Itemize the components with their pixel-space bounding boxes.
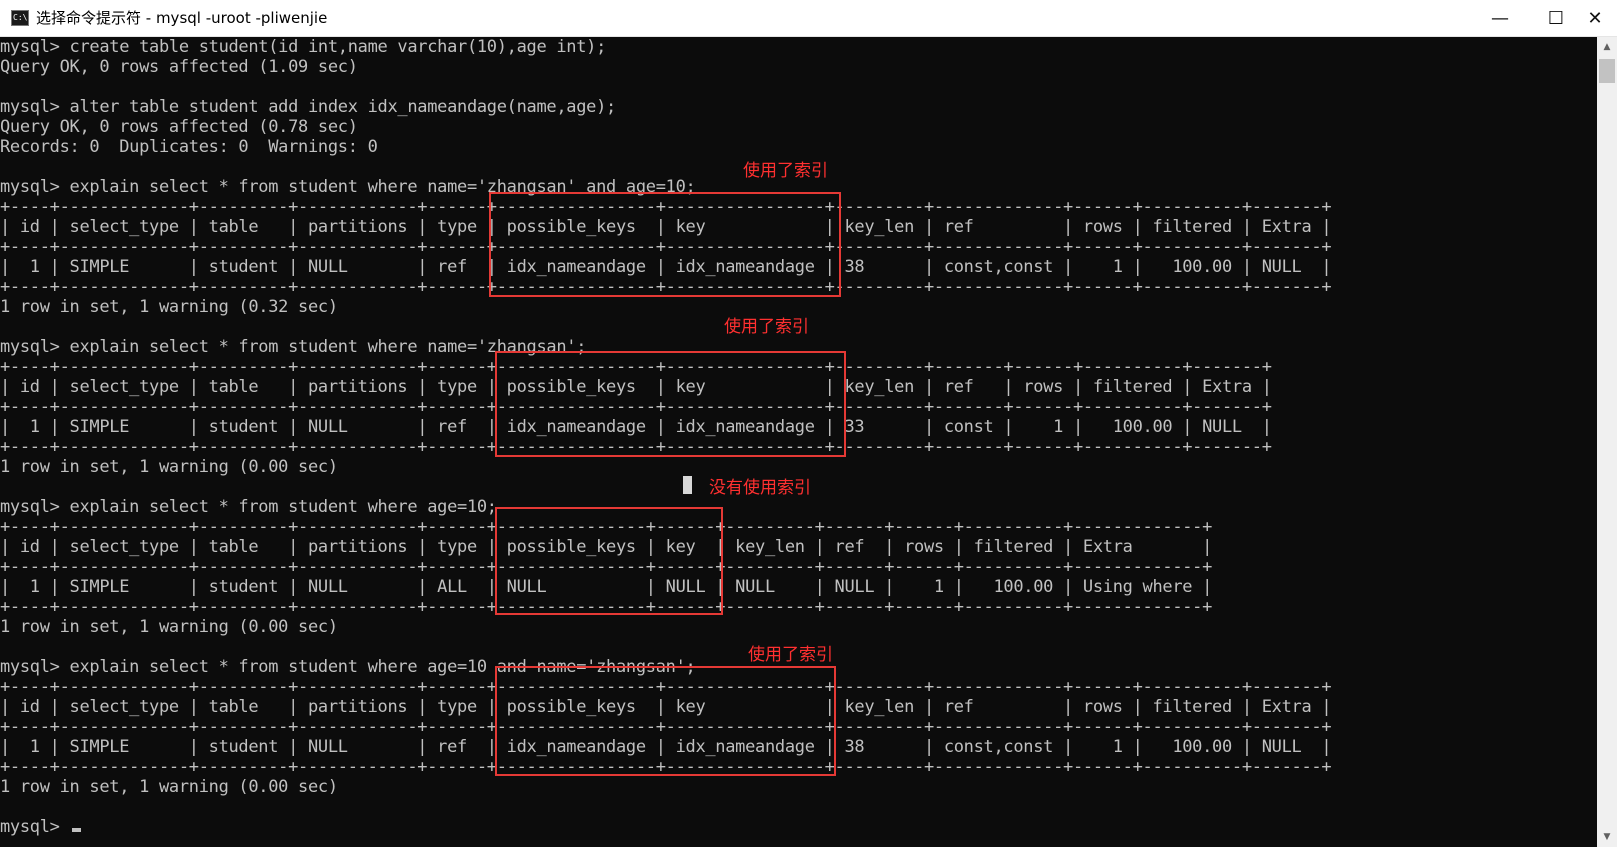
annotation-query1: 使用了索引 xyxy=(743,161,828,181)
console-line: 1 row in set, 1 warning (0.00 sec) xyxy=(0,457,338,477)
console-line: 1 row in set, 1 warning (0.00 sec) xyxy=(0,777,338,797)
highlight-box-query3 xyxy=(495,507,723,615)
console-line: mysql> explain select * from student whe… xyxy=(0,497,497,517)
scroll-down-icon[interactable]: ▼ xyxy=(1597,827,1617,847)
vertical-scrollbar[interactable]: ▲ ▼ xyxy=(1597,37,1617,847)
console-line: 1 row in set, 1 warning (0.00 sec) xyxy=(0,617,338,637)
prompt-text: mysql> xyxy=(0,817,70,837)
highlight-box-query2 xyxy=(495,351,846,457)
title-bar: C:\ 选择命令提示符 - mysql -uroot -pliwenjie — … xyxy=(0,0,1617,37)
cmd-icon: C:\ xyxy=(11,10,29,26)
annotation-query2: 使用了索引 xyxy=(724,317,809,337)
block-cursor xyxy=(683,476,692,494)
highlight-box-query1 xyxy=(489,192,841,297)
console-line: mysql> alter table student add index idx… xyxy=(0,97,616,117)
console-output[interactable]: mysql> create table student(id int,name … xyxy=(0,37,1597,847)
annotation-query4: 使用了索引 xyxy=(748,645,833,665)
console-line: mysql> create table student(id int,name … xyxy=(0,37,607,57)
minimize-button[interactable]: — xyxy=(1472,0,1528,37)
scroll-thumb[interactable] xyxy=(1599,59,1615,83)
console-line: 1 row in set, 1 warning (0.32 sec) xyxy=(0,297,338,317)
text-cursor xyxy=(71,828,81,832)
prompt-line[interactable]: mysql> xyxy=(0,817,81,837)
console-line: Records: 0 Duplicates: 0 Warnings: 0 xyxy=(0,137,378,157)
annotation-query3: 没有使用索引 xyxy=(709,478,811,498)
console-line: Query OK, 0 rows affected (0.78 sec) xyxy=(0,117,358,137)
close-button[interactable]: ✕ xyxy=(1573,0,1617,37)
scroll-up-icon[interactable]: ▲ xyxy=(1597,37,1617,57)
console-line: Query OK, 0 rows affected (1.09 sec) xyxy=(0,57,358,77)
highlight-box-query4 xyxy=(495,666,836,776)
window-title: 选择命令提示符 - mysql -uroot -pliwenjie xyxy=(36,9,328,27)
